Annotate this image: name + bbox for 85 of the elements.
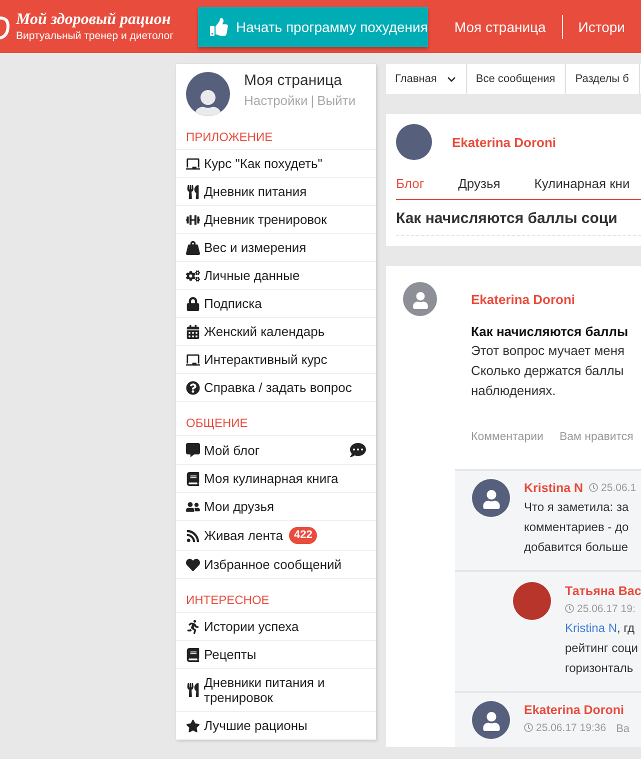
separator: | <box>310 93 314 108</box>
fork-knife-icon <box>186 683 200 697</box>
post-text: Этот вопрос мучает меня <box>471 342 626 360</box>
screen-icon <box>186 352 200 366</box>
post-heading: Как начисляются баллы <box>471 324 630 339</box>
clock-icon <box>524 723 533 732</box>
clock-icon <box>589 483 598 492</box>
sidebar-item[interactable]: Дневник питания <box>176 178 376 206</box>
avatar <box>396 124 432 160</box>
sidebar-item[interactable]: Лучшие рационы <box>176 712 376 740</box>
profile-tab[interactable]: Блог <box>396 172 458 199</box>
friends-icon <box>186 500 200 514</box>
sidebar-item[interactable]: Избранное сообщений <box>176 551 376 579</box>
section-heading: ПРИЛОЖЕНИЕ <box>176 116 376 150</box>
heart-icon <box>186 558 200 572</box>
avatar <box>472 701 510 739</box>
calendar-icon <box>186 324 200 338</box>
sidebar-item[interactable]: Подписка <box>176 290 376 318</box>
screen-icon <box>186 156 200 170</box>
comment-text: Что я заметила: за <box>524 499 630 516</box>
chat-icon <box>186 443 200 457</box>
comment-time: 25.06.17 19:36 <box>536 722 606 734</box>
avatar <box>403 282 437 316</box>
sidebar-item[interactable]: Моя кулинарная книга <box>176 465 376 493</box>
avatar <box>472 479 510 517</box>
caret-icon <box>446 74 456 84</box>
dumbbell-icon <box>186 212 200 226</box>
author-name: Ekaterina Doroni <box>452 134 556 150</box>
sidebar-item[interactable]: Рецепты <box>176 641 376 669</box>
author-name: Ekaterina Doroni <box>471 292 576 309</box>
help-icon <box>186 380 200 394</box>
profile-tab[interactable]: Друзья <box>458 172 534 199</box>
avatar <box>186 72 230 116</box>
sidebar-item[interactable]: Курс "Как похудеть" <box>176 150 376 178</box>
sidebar-item[interactable]: Справка / задать вопрос <box>176 374 376 402</box>
weight-icon <box>186 240 200 254</box>
sidebar-item[interactable]: Дневники питания и тренировок <box>176 669 376 712</box>
rss-icon <box>186 528 200 542</box>
comment-text: добавится больше <box>524 539 630 556</box>
comment-author: Kristina N <box>524 481 584 495</box>
sidebar-item[interactable]: Женский календарь <box>176 318 376 346</box>
gears-icon <box>186 268 200 282</box>
breadcrumb-link[interactable]: Все сообщения <box>466 64 566 94</box>
thumbs-up-icon <box>210 18 228 36</box>
comment-time: 25.06.1 <box>601 482 636 494</box>
post-text: Сколько держатся баллы <box>471 362 625 380</box>
sidebar-item[interactable]: Вес и измерения <box>176 234 376 262</box>
logo-subtitle: Виртуальный тренер и диетолог <box>16 30 174 42</box>
sidebar-item[interactable]: Личные данные <box>176 262 376 290</box>
section-heading: ИНТЕРЕСНОЕ <box>176 579 376 613</box>
clock-icon <box>565 604 574 613</box>
chat-icon <box>350 442 366 458</box>
post-title: Как начисляются баллы соци <box>396 200 641 236</box>
lock-icon <box>186 296 200 310</box>
post-text: наблюдениях. <box>471 382 557 400</box>
fork-knife-icon <box>186 184 200 198</box>
sidebar-item[interactable]: Живая лента 422 <box>176 521 376 551</box>
book-icon <box>186 648 200 662</box>
mention-link[interactable]: Kristina N <box>565 621 618 635</box>
comment-meta: Ва <box>616 723 630 735</box>
comment-text: горизонталь <box>565 660 634 677</box>
comment-text: Kristina N, гд <box>565 620 636 637</box>
sidebar-item[interactable]: Истории успеха <box>176 613 376 641</box>
book-icon <box>186 472 200 486</box>
photo-placeholder <box>513 582 551 620</box>
count-badge: 422 <box>288 527 318 544</box>
sidebar-item[interactable]: Мой блог <box>176 436 376 465</box>
comment-text: рейтинг соци <box>565 640 639 657</box>
sidebar-item[interactable]: Дневник тренировок <box>176 206 376 234</box>
stars-icon <box>186 718 200 732</box>
profile-tab[interactable]: Кулинарная кни <box>534 172 641 199</box>
comment-author: Татьяна Вас <box>565 584 641 598</box>
logo-title: Мой здоровый рацион <box>16 11 172 29</box>
comment-time: 25.06.17 19: <box>577 602 636 614</box>
breadcrumb-link[interactable]: Главная <box>386 64 467 94</box>
comment-text: комментариев - до <box>524 519 630 536</box>
sidebar-item[interactable]: Интерактивный курс <box>176 346 376 374</box>
sidebar-item[interactable]: Мои друзья <box>176 493 376 521</box>
section-heading: ОБЩЕНИЕ <box>176 402 376 436</box>
nav-link[interactable]: Истори <box>562 18 641 34</box>
breadcrumb-link[interactable]: Разделы б <box>566 64 640 94</box>
runner-icon <box>186 620 200 634</box>
comment-author: Ekaterina Doroni <box>524 703 624 717</box>
nav-link[interactable]: Моя страница <box>438 18 562 34</box>
logo-icon <box>0 14 10 40</box>
